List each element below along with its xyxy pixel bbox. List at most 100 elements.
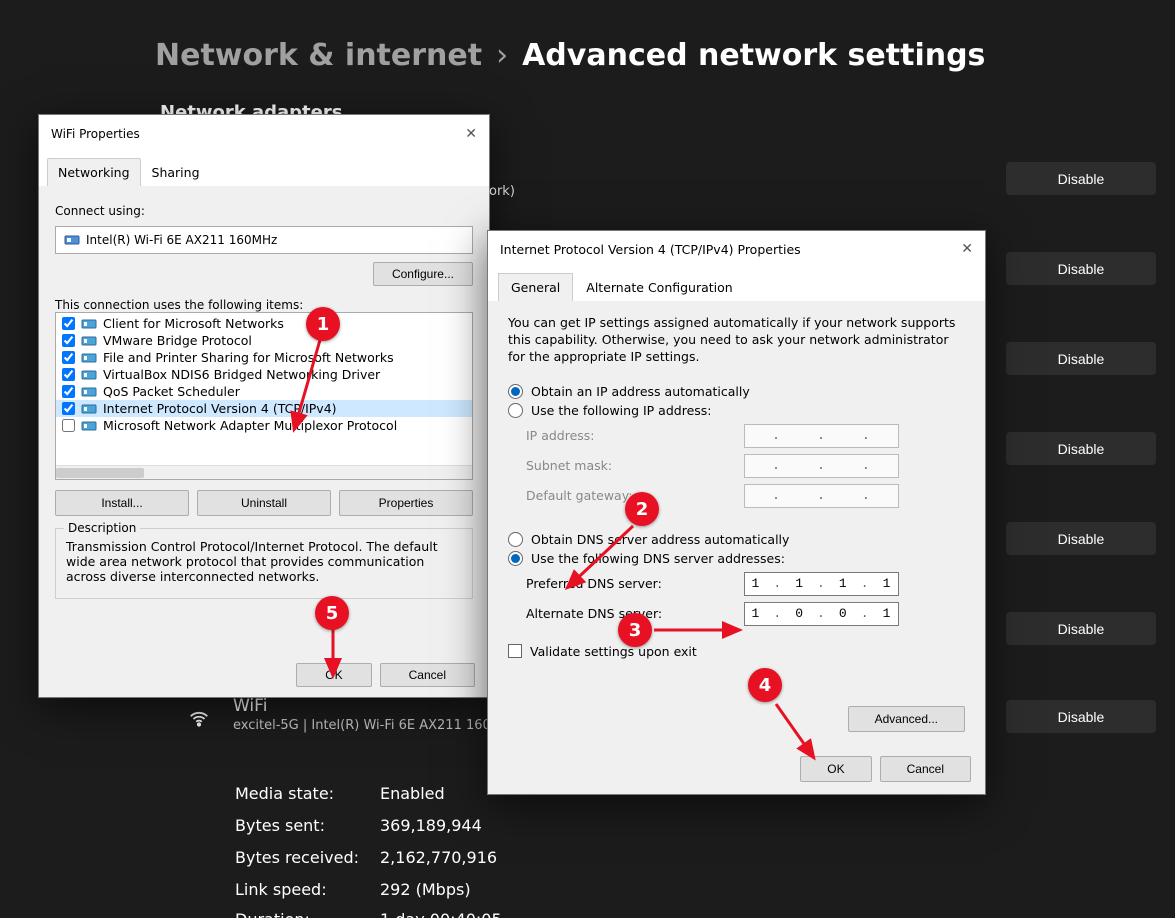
description-label: Description [64,521,140,535]
adapter-name: Intel(R) Wi-Fi 6E AX211 160MHz [86,233,277,247]
adapter-select[interactable]: Intel(R) Wi-Fi 6E AX211 160MHz [55,226,473,254]
uninstall-button[interactable]: Uninstall [197,490,331,516]
list-item[interactable]: Microsoft Network Adapter Multiplexor Pr… [56,417,472,434]
duration-value: 1 day 00:40:05 [380,910,502,918]
wifi-adapter-subtitle: excitel-5G | Intel(R) Wi-Fi 6E AX211 160 [233,718,491,733]
item-label: Microsoft Network Adapter Multiplexor Pr… [103,418,397,433]
tab-sharing[interactable]: Sharing [141,158,211,186]
network-component-icon [81,317,97,331]
annotation-badge-2: 2 [625,492,659,526]
breadcrumb-parent[interactable]: Network & internet [155,38,482,73]
disable-button[interactable]: Disable [1006,612,1156,645]
horizontal-scrollbar[interactable] [56,465,472,479]
item-label: Client for Microsoft Networks [103,316,284,331]
item-label: VMware Bridge Protocol [103,333,252,348]
item-checkbox[interactable] [62,402,75,415]
item-checkbox[interactable] [62,419,75,432]
radio-use-dns[interactable]: Use the following DNS server addresses: [508,551,965,566]
properties-button[interactable]: Properties [339,490,473,516]
tab-general[interactable]: General [498,273,573,301]
list-item[interactable]: VirtualBox NDIS6 Bridged Networking Driv… [56,366,472,383]
description-text: Transmission Control Protocol/Internet P… [66,539,462,584]
cancel-button[interactable]: Cancel [880,756,971,782]
media-state-value: Enabled [380,784,445,803]
connect-using-label: Connect using: [55,204,473,218]
tab-alternate-configuration[interactable]: Alternate Configuration [573,273,745,301]
list-item[interactable]: VMware Bridge Protocol [56,332,472,349]
dialog1-title: WiFi Properties [51,127,140,141]
item-checkbox[interactable] [62,385,75,398]
default-gateway-input: ... [744,484,899,508]
advanced-button[interactable]: Advanced... [848,706,965,732]
item-label: QoS Packet Scheduler [103,384,240,399]
connection-items-list[interactable]: Client for Microsoft Networks VMware Brid… [55,312,473,480]
partial-network-label: ork) [489,184,515,199]
subnet-mask-label: Subnet mask: [526,458,744,473]
ok-button[interactable]: OK [296,663,371,687]
bytes-sent-label: Bytes sent: [235,816,380,835]
disable-button[interactable]: Disable [1006,252,1156,285]
media-state-label: Media state: [235,784,380,803]
nic-icon [64,233,80,247]
radio-obtain-dns-auto[interactable]: Obtain DNS server address automatically [508,532,965,547]
configure-button[interactable]: Configure... [373,262,473,286]
chevron-right-icon: › [496,38,508,73]
item-label: File and Printer Sharing for Microsoft N… [103,350,394,365]
breadcrumb: Network & internet › Advanced network se… [155,38,985,73]
alternate-dns-input[interactable]: 1. 0. 0. 1 [744,602,899,626]
dialog2-title: Internet Protocol Version 4 (TCP/IPv4) P… [500,242,801,257]
radio-icon [508,532,523,547]
network-component-icon [81,385,97,399]
disable-button[interactable]: Disable [1006,700,1156,733]
bytes-received-value: 2,162,770,916 [380,848,497,867]
ipv4-info-text: You can get IP settings assigned automat… [508,315,965,366]
validate-settings-label: Validate settings upon exit [530,644,697,659]
annotation-badge-5: 5 [315,596,349,630]
list-item[interactable]: File and Printer Sharing for Microsoft N… [56,349,472,366]
items-label: This connection uses the following items… [55,298,473,312]
radio-label: Obtain DNS server address automatically [531,532,789,547]
disable-button[interactable]: Disable [1006,342,1156,375]
radio-label: Use the following IP address: [531,403,712,418]
disable-button[interactable]: Disable [1006,162,1156,195]
wifi-properties-dialog: WiFi Properties ✕ Networking Sharing Con… [38,114,490,698]
network-component-icon [81,402,97,416]
item-label: Internet Protocol Version 4 (TCP/IPv4) [103,401,337,416]
annotation-badge-1: 1 [306,307,340,341]
radio-use-ip[interactable]: Use the following IP address: [508,403,965,418]
ip-address-input: ... [744,424,899,448]
wifi-icon [188,708,210,734]
validate-settings-checkbox[interactable]: Validate settings upon exit [508,644,965,659]
radio-obtain-ip-auto[interactable]: Obtain an IP address automatically [508,384,965,399]
item-checkbox[interactable] [62,351,75,364]
disable-button[interactable]: Disable [1006,522,1156,555]
cancel-button[interactable]: Cancel [380,663,475,687]
tab-networking[interactable]: Networking [47,158,141,186]
ok-button[interactable]: OK [800,756,871,782]
close-icon[interactable]: ✕ [961,241,973,257]
item-checkbox[interactable] [62,317,75,330]
link-speed-label: Link speed: [235,880,380,899]
install-button[interactable]: Install... [55,490,189,516]
wifi-adapter-title[interactable]: WiFi [233,696,491,716]
item-checkbox[interactable] [62,368,75,381]
item-checkbox[interactable] [62,334,75,347]
radio-icon [508,403,523,418]
list-item[interactable]: Internet Protocol Version 4 (TCP/IPv4) [56,400,472,417]
breadcrumb-current: Advanced network settings [522,38,985,73]
network-component-icon [81,334,97,348]
disable-button[interactable]: Disable [1006,432,1156,465]
subnet-mask-input: ... [744,454,899,478]
duration-label: Duration: [235,910,380,918]
list-item[interactable]: QoS Packet Scheduler [56,383,472,400]
ip-address-label: IP address: [526,428,744,443]
close-icon[interactable]: ✕ [465,126,477,142]
bytes-sent-value: 369,189,944 [380,816,482,835]
network-component-icon [81,351,97,365]
list-item[interactable]: Client for Microsoft Networks [56,315,472,332]
link-speed-value: 292 (Mbps) [380,880,471,899]
network-component-icon [81,419,97,433]
bytes-received-label: Bytes received: [235,848,380,867]
radio-label: Obtain an IP address automatically [531,384,750,399]
preferred-dns-input[interactable]: 1. 1. 1. 1 [744,572,899,596]
